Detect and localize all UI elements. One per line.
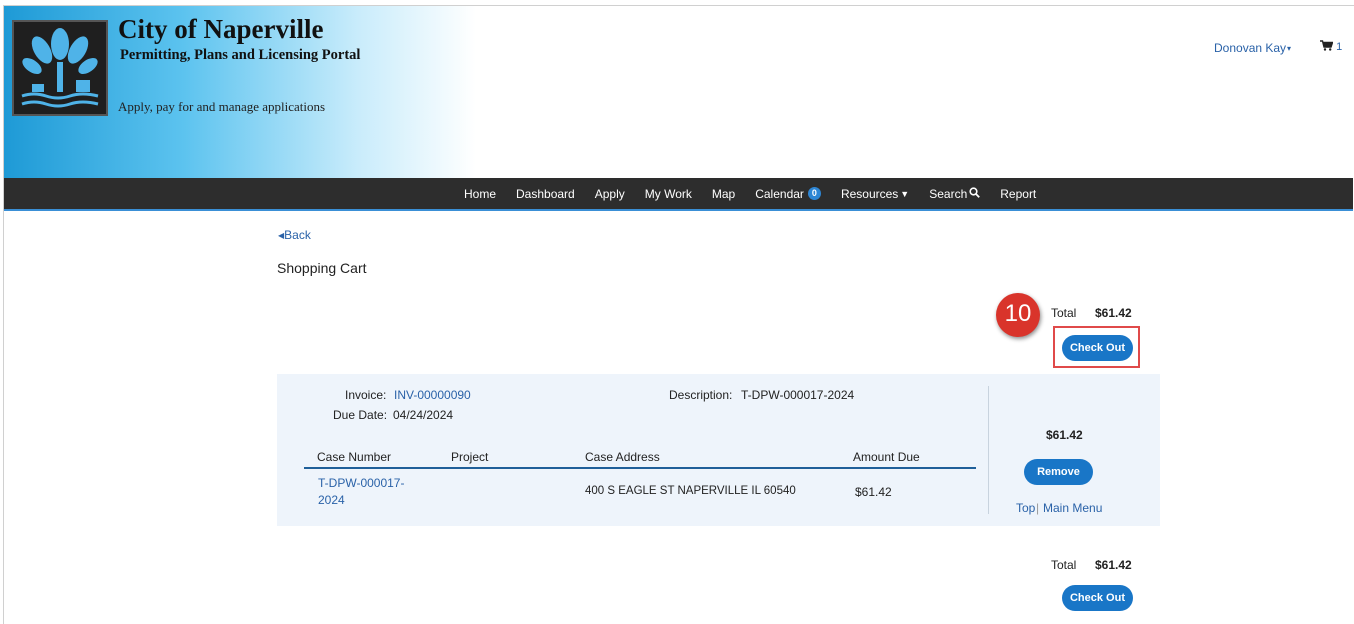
due-date-value: 04/24/2024 xyxy=(393,408,454,422)
table-header-divider xyxy=(304,467,976,469)
caret-down-icon: ▼ xyxy=(900,188,910,199)
nav-home[interactable]: Home xyxy=(464,187,496,201)
nav-resources[interactable]: Resources ▼ xyxy=(841,187,909,201)
step-number-badge: 10 xyxy=(996,293,1040,337)
back-link[interactable]: ◀Back xyxy=(278,228,311,242)
search-icon xyxy=(969,186,981,201)
case-number-link-line2[interactable]: 2024 xyxy=(318,493,345,507)
total-label-bottom: Total xyxy=(1051,558,1077,572)
site-tagline: Apply, pay for and manage applications xyxy=(118,99,326,114)
nav-items: Home Dashboard Apply My Work Map Calenda… xyxy=(464,178,1056,209)
nav-my-work[interactable]: My Work xyxy=(645,187,692,201)
total-value-top: $61.42 xyxy=(1095,306,1132,320)
caret-down-icon: ▾ xyxy=(1287,44,1292,53)
col-amount-due: Amount Due xyxy=(853,450,920,464)
col-case-address: Case Address xyxy=(585,450,660,464)
invoice-label: Invoice: xyxy=(345,388,387,402)
checkout-button-bottom[interactable]: Check Out xyxy=(1062,585,1133,611)
remove-button[interactable]: Remove xyxy=(1024,459,1093,485)
user-name: Donovan Kay xyxy=(1214,41,1287,55)
main-menu-link[interactable]: Main Menu xyxy=(1043,501,1102,515)
nav-calendar-label: Calendar xyxy=(755,186,804,201)
cart-icon xyxy=(1320,40,1336,53)
back-label: Back xyxy=(284,228,311,242)
total-label-top: Total xyxy=(1051,306,1077,320)
city-logo[interactable] xyxy=(12,20,108,116)
nav-resources-label: Resources xyxy=(840,186,899,201)
invoice-amount: $61.42 xyxy=(1046,428,1083,442)
cart-count: 1 xyxy=(1336,41,1343,53)
nav-search[interactable]: Search xyxy=(929,186,981,201)
case-address-cell: 400 S EAGLE ST NAPERVILLE IL 60540 xyxy=(585,485,796,497)
link-separator: | xyxy=(1036,501,1040,515)
nav-dashboard[interactable]: Dashboard xyxy=(516,187,575,201)
total-value-bottom: $61.42 xyxy=(1095,558,1132,572)
col-case-number: Case Number xyxy=(317,450,392,464)
due-date-label: Due Date: xyxy=(333,408,388,422)
page-title: Shopping Cart xyxy=(277,260,367,276)
checkout-highlight-box xyxy=(1053,326,1140,368)
amount-due-cell: $61.42 xyxy=(855,485,892,499)
col-project: Project xyxy=(451,450,489,464)
calendar-count-badge: 0 xyxy=(807,187,821,200)
nav-apply[interactable]: Apply xyxy=(595,187,625,201)
main-navbar: Home Dashboard Apply My Work Map Calenda… xyxy=(4,178,1353,211)
user-menu[interactable]: Donovan Kay▾ xyxy=(1214,41,1291,55)
site-subtitle: Permitting, Plans and Licensing Portal xyxy=(120,47,361,63)
case-number-link-line1[interactable]: T-DPW-000017- xyxy=(318,476,404,490)
top-link[interactable]: Top xyxy=(1016,501,1035,515)
nav-map[interactable]: Map xyxy=(712,187,735,201)
cart-link[interactable]: 1 xyxy=(1320,40,1342,53)
nav-report[interactable]: Report xyxy=(1000,187,1036,201)
invoice-number-link[interactable]: INV-00000090 xyxy=(394,388,471,402)
nav-calendar[interactable]: Calendar 0 xyxy=(755,187,821,201)
nav-search-label: Search xyxy=(929,186,968,201)
description-value: T-DPW-000017-2024 xyxy=(741,388,855,402)
description-label: Description: xyxy=(669,388,733,402)
site-title: City of Naperville xyxy=(118,14,324,44)
panel-vertical-divider xyxy=(988,386,989,514)
